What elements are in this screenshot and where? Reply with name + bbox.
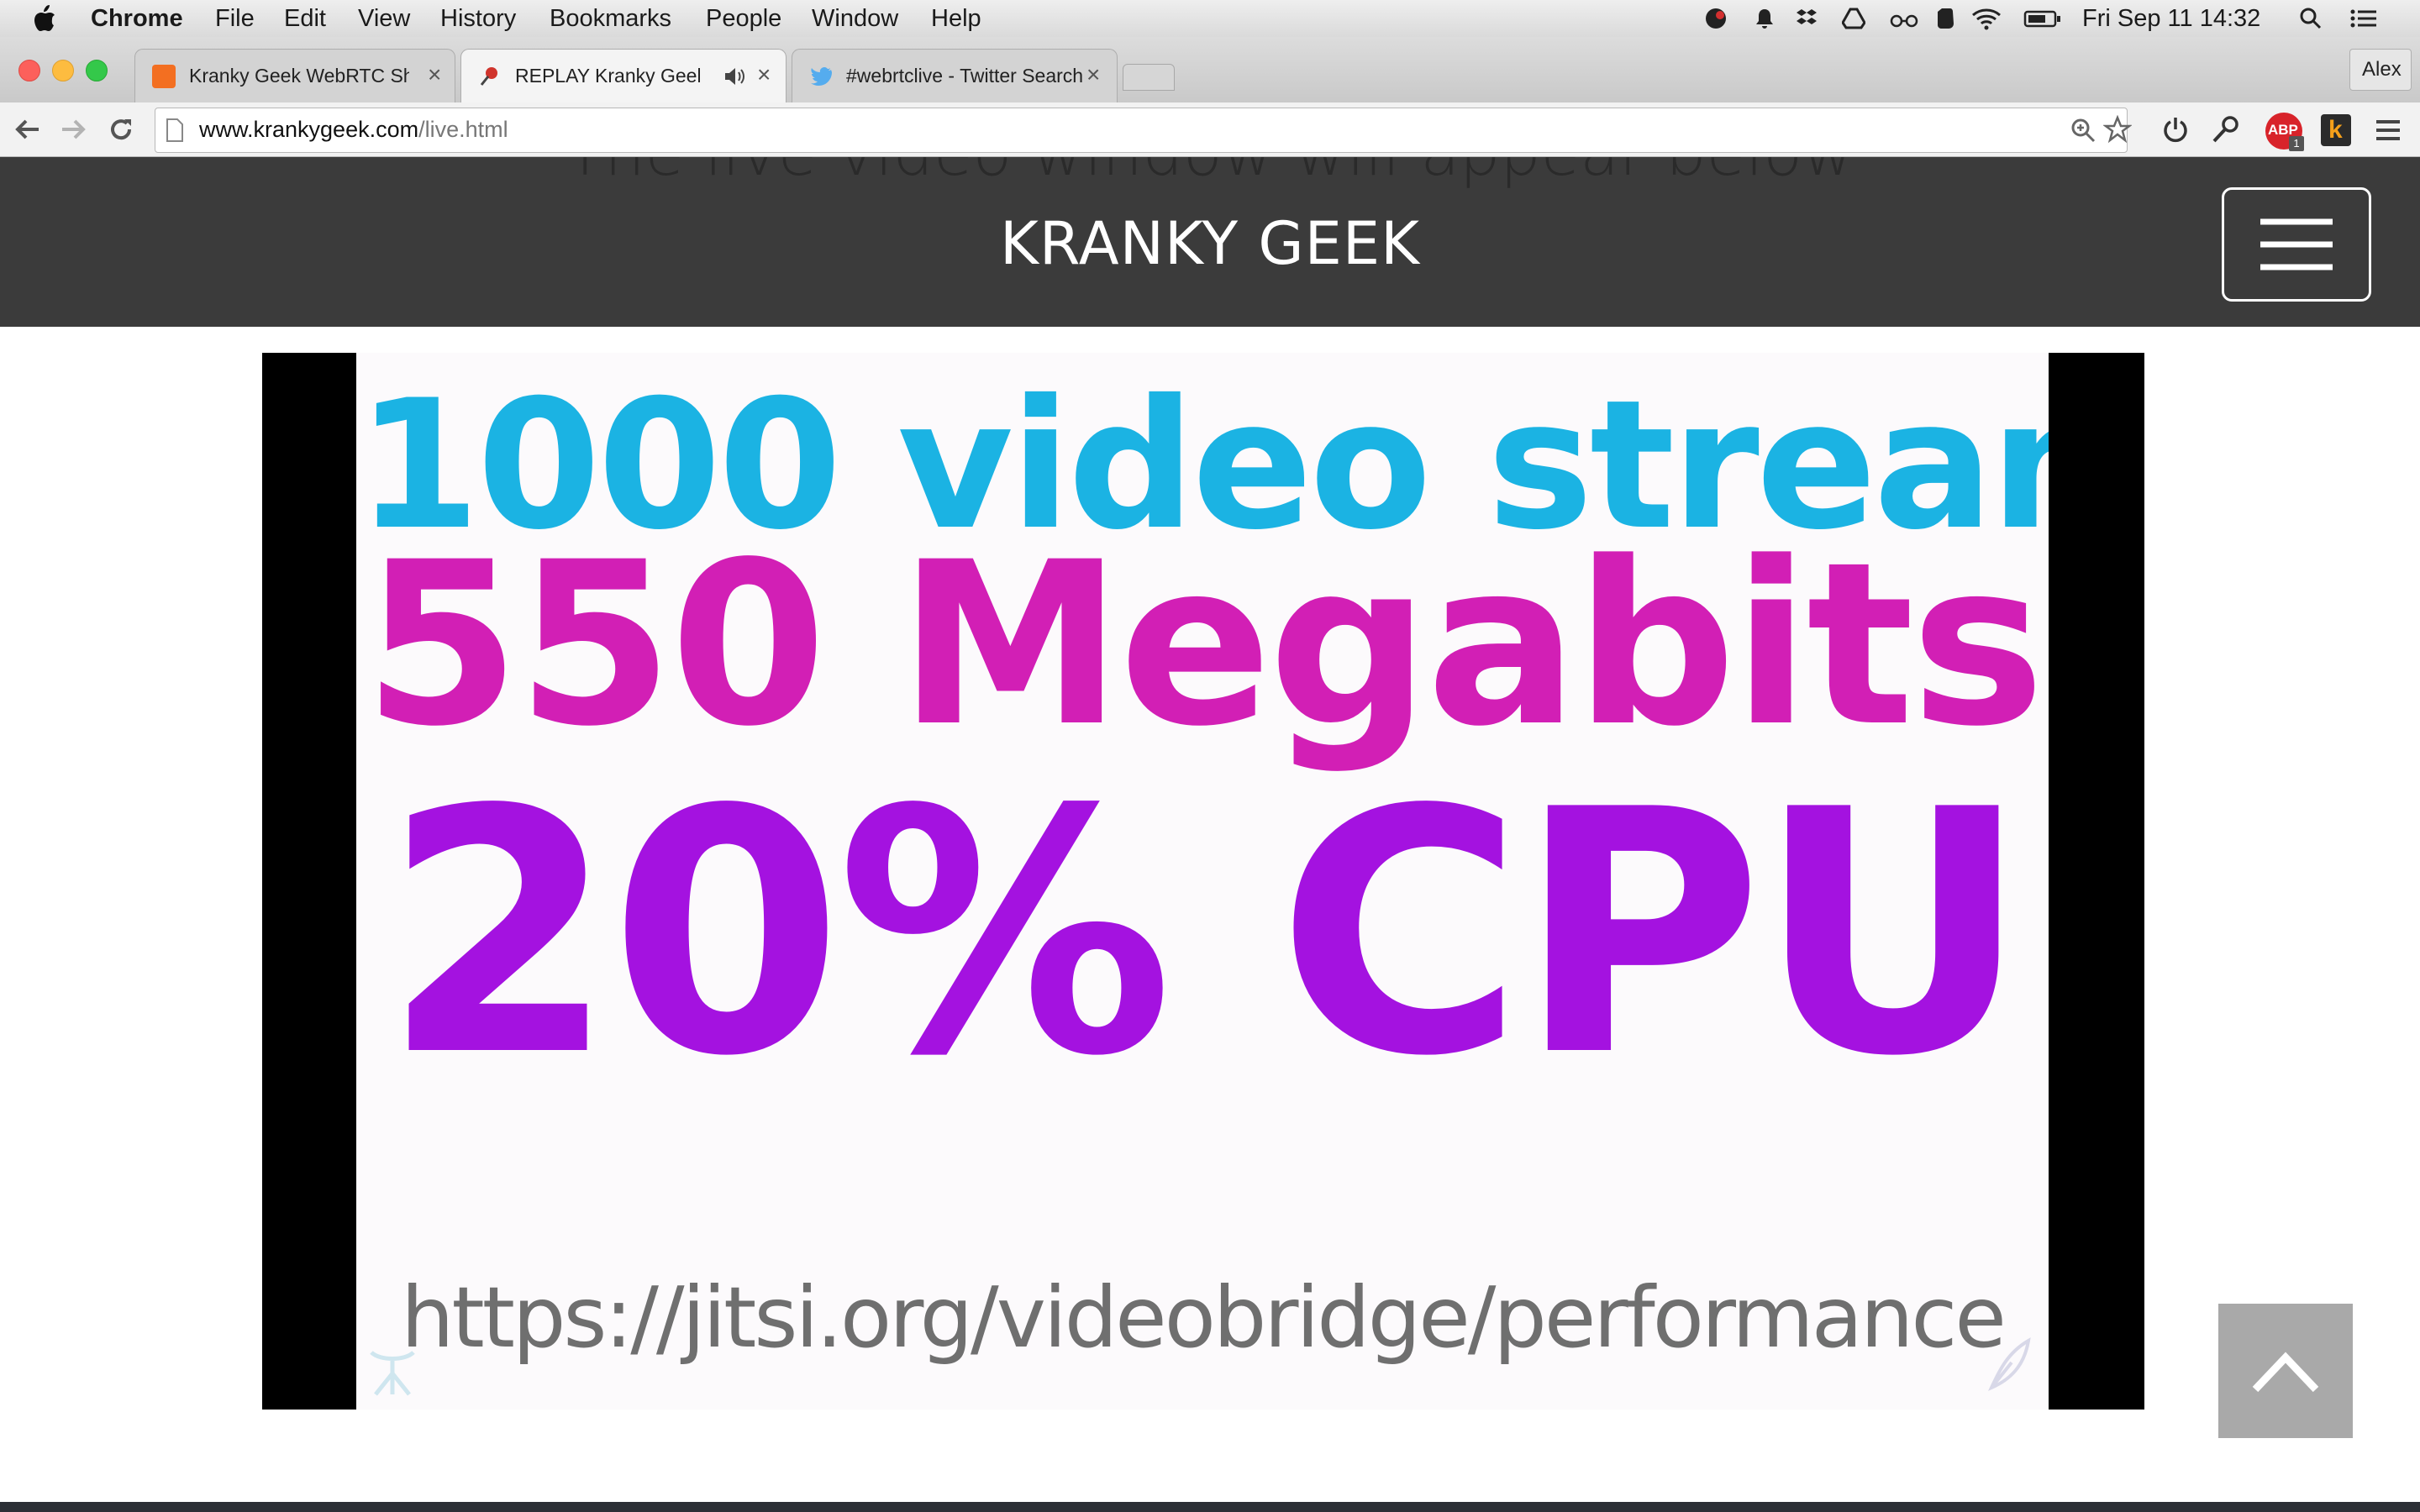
slide-line-cpu: 20% CPU [381, 739, 2029, 1130]
lastpass-icon[interactable] [1704, 7, 1728, 30]
close-icon[interactable]: × [428, 61, 441, 88]
profile-button[interactable]: Alex [2349, 49, 2412, 91]
menu-file[interactable]: File [215, 0, 255, 37]
twitter-bird-icon [811, 67, 832, 86]
menu-window[interactable]: Window [812, 0, 898, 37]
kranky-geek-favicon [152, 65, 176, 88]
glasses-icon[interactable] [1889, 7, 1919, 30]
evernote-icon[interactable] [1933, 7, 1956, 30]
macos-menu-bar: Chrome File Edit View History Bookmarks … [0, 0, 2420, 38]
site-header: The live video window will appear below … [0, 157, 2420, 327]
live-notice-text: The live video window will appear below [0, 157, 2420, 190]
adblock-plus-button[interactable]: ABP 1 [2265, 113, 2304, 151]
tab-twitter-search[interactable]: #webrtclive - Twitter Search × [792, 49, 1118, 103]
reload-icon[interactable] [108, 116, 134, 143]
menu-bookmarks[interactable]: Bookmarks [550, 0, 671, 37]
k-extension-button[interactable]: k [2321, 114, 2351, 146]
pushpin-favicon [480, 67, 497, 86]
menu-people[interactable]: People [706, 0, 781, 37]
k-extension-label: k [2328, 116, 2343, 144]
menu-app-name[interactable]: Chrome [91, 0, 183, 37]
chevron-up-icon [2252, 1352, 2319, 1393]
adblock-count-badge: 1 [2289, 136, 2304, 151]
nav-menu-toggle-button[interactable] [2222, 187, 2371, 302]
tab-strip: Kranky Geek WebRTC Show × REPLAY Kranky … [0, 37, 2420, 103]
back-arrow-icon[interactable] [13, 116, 42, 143]
menu-view[interactable]: View [358, 0, 410, 37]
site-title[interactable]: KRANKY GEEK [0, 209, 2420, 278]
dock-edge [0, 1502, 2420, 1512]
chrome-menu-icon[interactable] [2375, 118, 2402, 143]
close-icon[interactable]: × [1086, 61, 1100, 88]
audio-playing-icon[interactable] [723, 66, 745, 87]
forward-arrow-icon[interactable] [59, 116, 87, 143]
apple-menu-icon[interactable] [32, 4, 57, 33]
video-frame-slide: 1000 video streams 550 Megabits 20% CPU … [356, 353, 2049, 1410]
tab-kranky-geek-show[interactable]: Kranky Geek WebRTC Show × [134, 49, 455, 103]
slide-url: https://jitsi.org/videobridge/performanc… [401, 1268, 2007, 1367]
spotlight-search-icon[interactable] [2299, 7, 2323, 30]
notification-center-icon[interactable] [2349, 7, 2378, 30]
slide-line-megabits: 550 Megabits [363, 514, 2044, 776]
dropbox-icon[interactable] [1795, 7, 1818, 30]
address-host: www.krankygeek.com [199, 117, 419, 142]
window-close-button[interactable] [18, 60, 40, 81]
tab-title: #webrtclive - Twitter Search [846, 65, 1083, 87]
menu-history[interactable]: History [440, 0, 516, 37]
menu-edit[interactable]: Edit [284, 0, 326, 37]
feather-watermark-icon [1988, 1337, 2031, 1391]
zoom-icon[interactable] [2070, 117, 2096, 144]
new-tab-button[interactable] [1123, 64, 1175, 91]
power-icon[interactable] [2161, 115, 2190, 144]
profile-name: Alex [2362, 58, 2402, 81]
hamburger-icon [2260, 218, 2333, 270]
page-icon [166, 118, 183, 142]
tab-replay-kranky-geek[interactable]: REPLAY Kranky Geek × [460, 49, 786, 103]
menu-help[interactable]: Help [931, 0, 981, 37]
menubar-clock[interactable]: Fri Sep 11 14:32 [2082, 0, 2260, 37]
tab-title: Kranky Geek WebRTC Show [189, 65, 409, 87]
window-zoom-button[interactable] [86, 60, 108, 81]
window-minimize-button[interactable] [52, 60, 74, 81]
battery-icon[interactable] [2023, 7, 2062, 30]
tab-title: REPLAY Kranky Geek [515, 65, 700, 87]
address-bar[interactable]: www.krankygeek.com/live.html [155, 108, 2132, 153]
address-path: /live.html [418, 117, 508, 142]
address-text[interactable]: www.krankygeek.com/live.html [199, 117, 508, 143]
close-icon[interactable]: × [757, 61, 771, 88]
google-drive-icon[interactable] [1842, 7, 1865, 30]
bookmark-star-icon[interactable] [2103, 115, 2132, 144]
extension-tool-icon[interactable] [2210, 113, 2242, 145]
notification-bell-icon[interactable] [1753, 7, 1776, 30]
wifi-icon[interactable] [1971, 7, 2002, 30]
jitsi-watermark-icon [370, 1350, 415, 1396]
scroll-to-top-button[interactable] [2218, 1304, 2353, 1438]
